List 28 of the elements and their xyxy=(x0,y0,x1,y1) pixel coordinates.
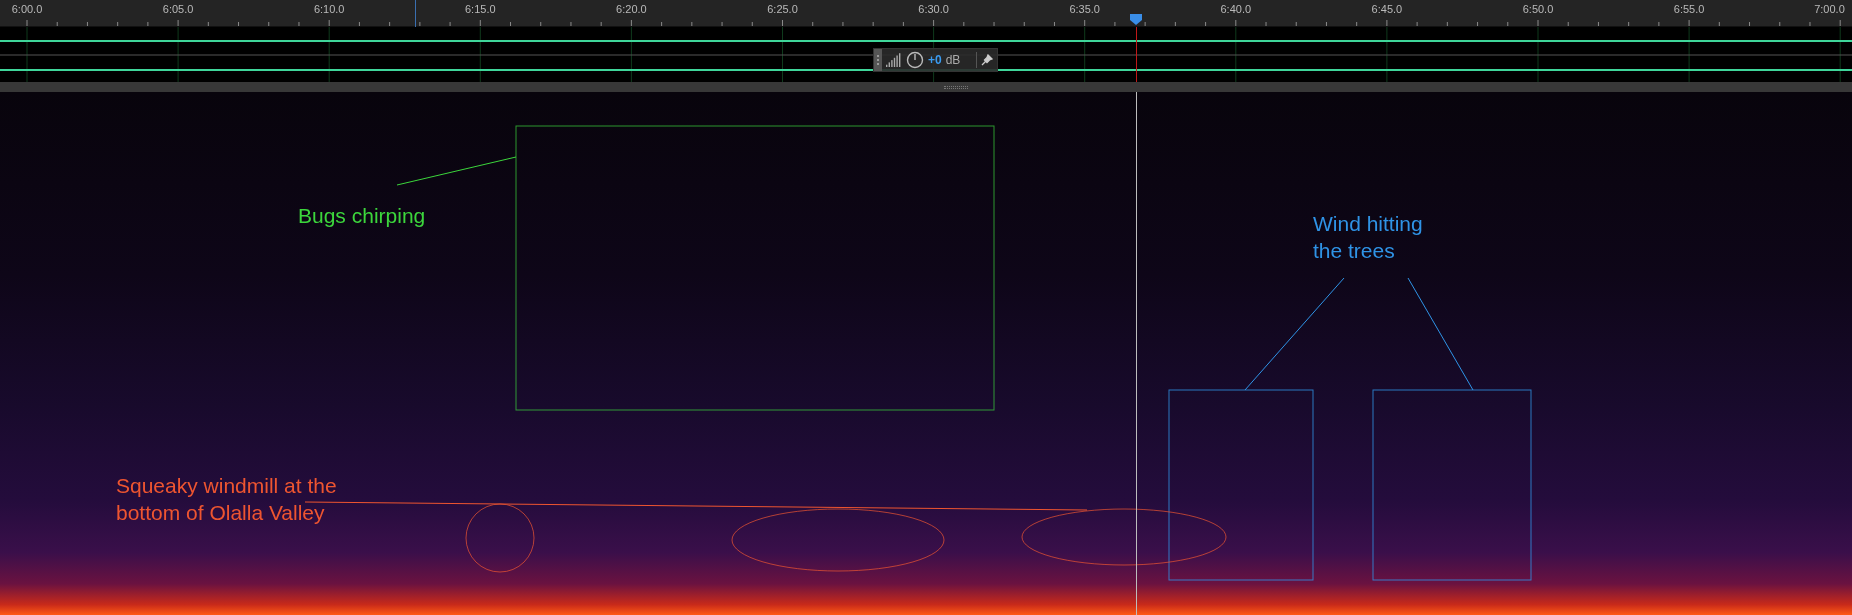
time-label: 6:55.0 xyxy=(1673,3,1705,16)
time-label: 6:20.0 xyxy=(616,3,647,16)
drag-grip-icon[interactable] xyxy=(874,49,882,71)
gain-control[interactable]: +0 dB xyxy=(873,48,998,72)
marker-line xyxy=(415,0,416,27)
time-label: 7:00.0 xyxy=(1814,3,1845,16)
time-label: 6:45.0 xyxy=(1371,3,1403,16)
annotation-label: Squeaky windmill at the bottom of Olalla Valley xyxy=(116,473,337,526)
annotation-ellipse xyxy=(465,503,535,573)
time-label: 6:40.0 xyxy=(1220,3,1252,16)
time-label: 6:10.0 xyxy=(313,3,345,16)
time-label: 6:50.0 xyxy=(1522,3,1554,16)
annotation-label: Bugs chirping xyxy=(298,203,426,229)
playhead-line xyxy=(1136,27,1137,82)
level-bars-icon xyxy=(886,53,902,67)
pin-icon[interactable] xyxy=(981,54,993,66)
time-label: 6:05.0 xyxy=(162,3,194,16)
time-label: 6:00.0 xyxy=(11,3,43,16)
knob-icon[interactable] xyxy=(906,51,924,69)
annotation-label: Wind hitting the trees xyxy=(1313,211,1423,264)
time-label: 6:30.0 xyxy=(918,3,949,16)
gain-unit: dB xyxy=(945,52,961,69)
playhead-handle[interactable] xyxy=(1130,14,1142,25)
gain-value[interactable]: +0 xyxy=(928,51,942,69)
time-ruler[interactable]: 6:00.0 6:05.0 6:10.0 6:15.0 6:20.0 6:25.0 6:30.0 6:35.0 6:40.0 6:45.0 6:50.0 6:55.0 7:00.0 xyxy=(0,0,1852,27)
time-label: 6:15.0 xyxy=(465,3,496,16)
time-label: 6:25.0 xyxy=(767,3,798,16)
time-label: 6:35.0 xyxy=(1069,3,1100,16)
